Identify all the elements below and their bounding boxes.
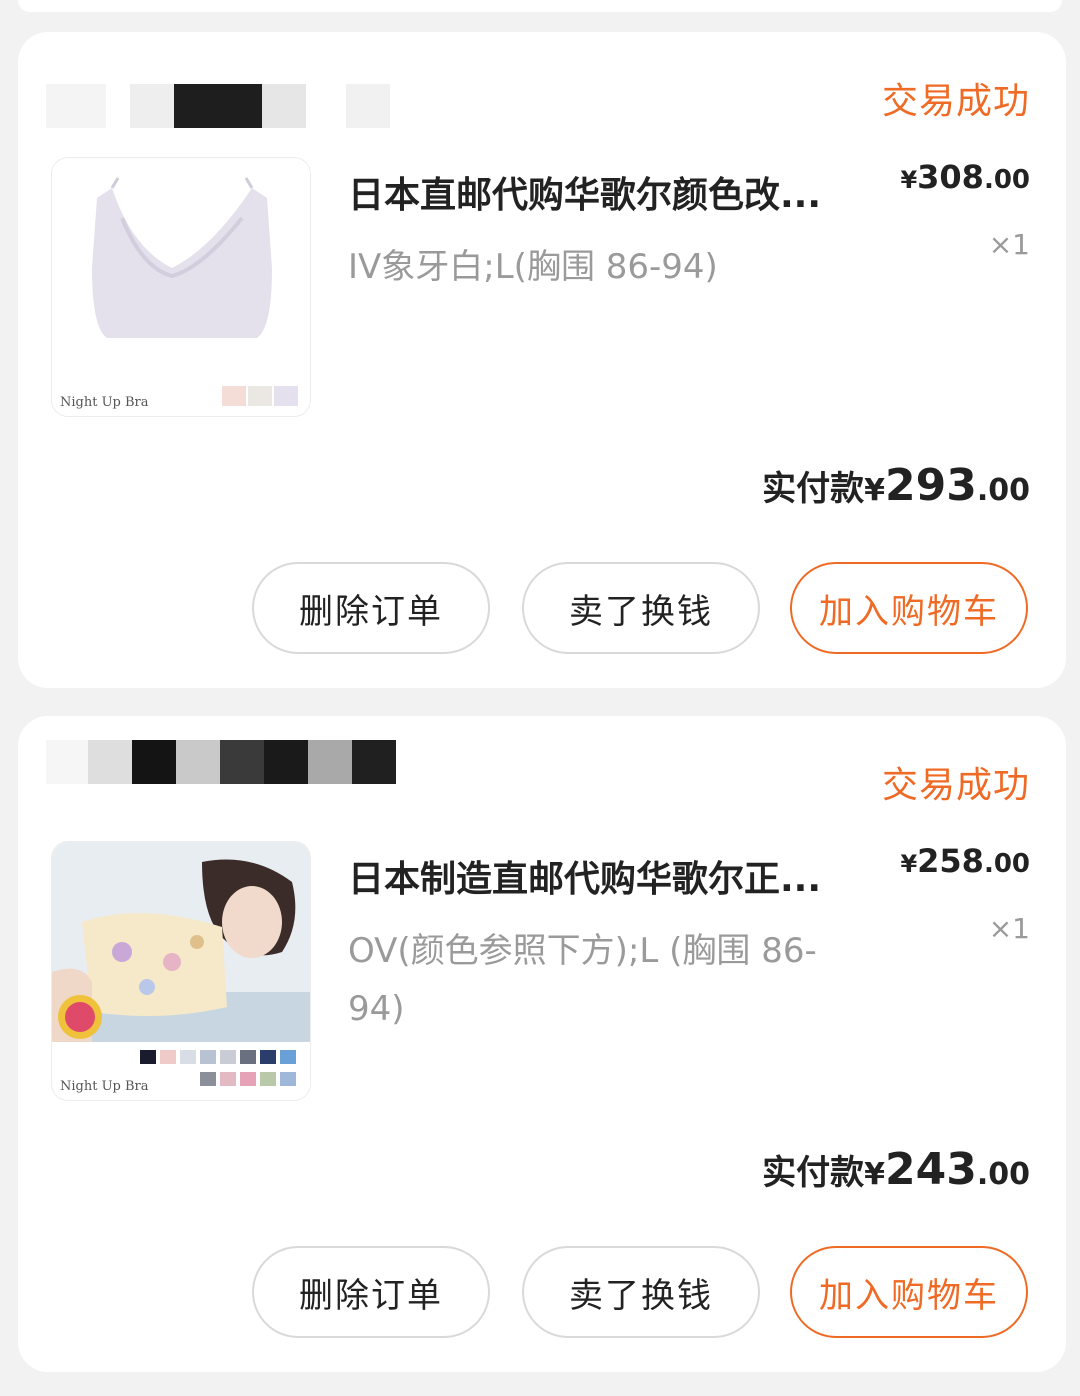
order-status: 交易成功 — [881, 81, 1030, 122]
shop-name-redacted[interactable] — [46, 740, 406, 784]
shop-name-redacted[interactable] — [46, 84, 406, 128]
sell-for-cash-button[interactable]: 卖了换钱 — [522, 562, 760, 654]
unit-price: ¥258.00 — [900, 842, 1030, 880]
product-title[interactable]: 日本直邮代购华歌尔颜色改... — [348, 166, 888, 218]
product-thumbnail[interactable]: Night Up Bra — [52, 842, 310, 1100]
add-to-cart-button[interactable]: 加入购物车 — [790, 562, 1028, 654]
amount-paid: 实付款¥293.00 — [762, 460, 1030, 511]
previous-card-edge — [18, 0, 1062, 12]
thumbnail-caption: Night Up Bra — [60, 1079, 149, 1094]
quantity: ×1 — [988, 228, 1030, 261]
order-card[interactable]: 交易成功 Night Up Bra 日本制造直邮代购华歌尔正... OV(颜色参… — [18, 716, 1066, 1372]
product-spec: OV(颜色参照下方);L (胸围 86-94) — [348, 931, 817, 1029]
product-spec: IV象牙白;L(胸围 86-94) — [348, 247, 718, 287]
delete-order-button[interactable]: 删除订单 — [252, 562, 490, 654]
product-thumbnail[interactable]: Night Up Bra — [52, 158, 310, 416]
add-to-cart-button[interactable]: 加入购物车 — [790, 1246, 1028, 1338]
unit-price: ¥308.00 — [900, 158, 1030, 196]
order-status: 交易成功 — [881, 765, 1030, 806]
quantity: ×1 — [988, 912, 1030, 945]
thumbnail-caption: Night Up Bra — [60, 395, 149, 410]
sell-for-cash-button[interactable]: 卖了换钱 — [522, 1246, 760, 1338]
delete-order-button[interactable]: 删除订单 — [252, 1246, 490, 1338]
product-title[interactable]: 日本制造直邮代购华歌尔正... — [348, 850, 888, 902]
order-card[interactable]: 交易成功 Night Up Bra 日本直邮代购华歌尔颜色改... IV象牙白;… — [18, 32, 1066, 688]
amount-paid: 实付款¥243.00 — [762, 1144, 1030, 1195]
